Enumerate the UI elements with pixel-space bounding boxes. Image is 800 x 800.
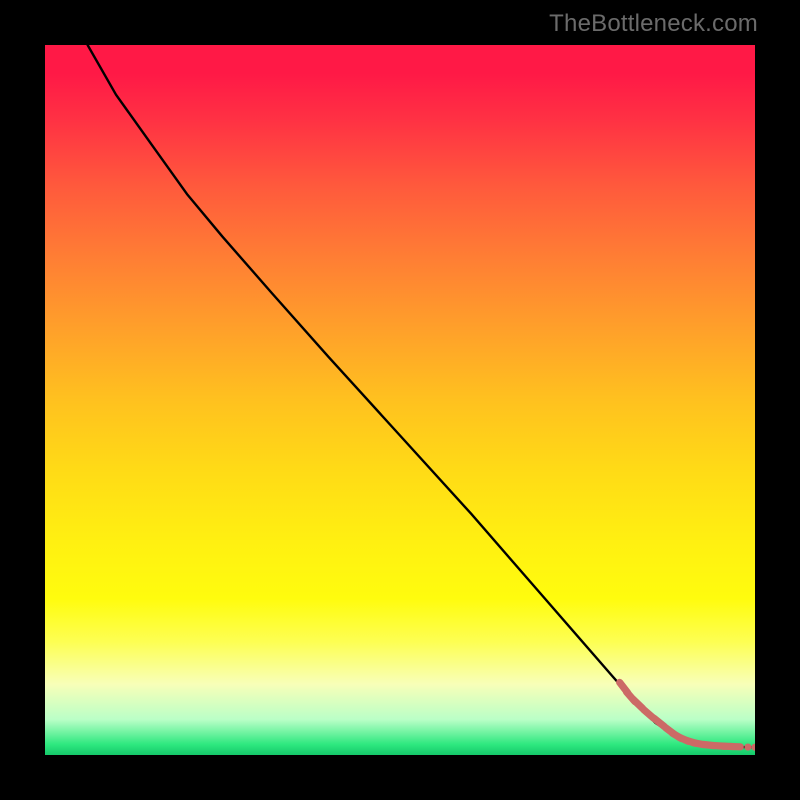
marker-dash — [654, 718, 664, 726]
chart-svg — [45, 45, 755, 755]
watermark-text: TheBottleneck.com — [549, 10, 758, 38]
chart-frame: TheBottleneck.com — [0, 0, 800, 800]
marker-dot — [744, 743, 751, 750]
marker-dot — [751, 744, 755, 751]
marker-series — [620, 682, 755, 750]
curve-line — [88, 45, 755, 747]
plot-area — [45, 45, 755, 755]
